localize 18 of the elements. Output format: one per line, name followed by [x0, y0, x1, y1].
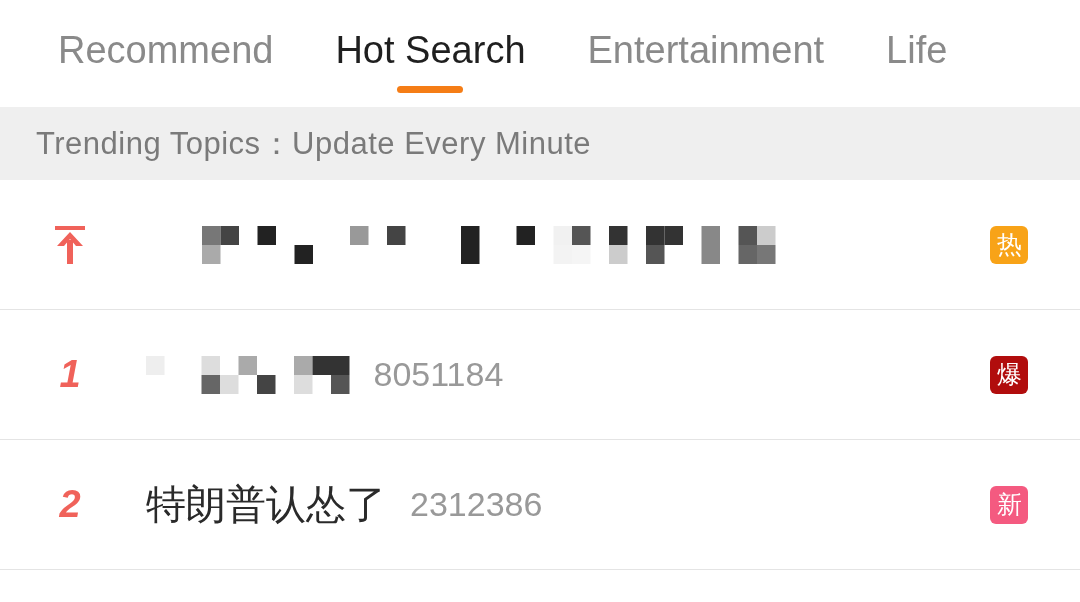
nav-tab[interactable]: Hot Search: [335, 28, 526, 72]
nav-tab[interactable]: Recommend: [58, 28, 274, 72]
search-count: 8051184: [373, 355, 504, 394]
active-tab-indicator: [397, 86, 464, 93]
trending-row[interactable]: 2 特朗普认怂了 2312386 新: [0, 440, 1080, 570]
pin-to-top-icon: [55, 225, 85, 264]
trending-row[interactable]: 1 8051184 爆: [0, 310, 1080, 440]
search-count: 2312386: [410, 485, 543, 524]
rank-number: 2: [59, 483, 81, 526]
nav-tab[interactable]: Life: [886, 28, 948, 72]
topic-title: 特朗普认怂了: [146, 481, 386, 528]
banner-text: Trending Topics：Update Every Minute: [36, 124, 592, 163]
topic-badge: 热: [990, 225, 1028, 264]
nav-tab[interactable]: Entertainment: [587, 28, 825, 72]
rank-number: 1: [59, 353, 81, 396]
topic-badge: 新: [990, 485, 1028, 524]
topic-badge: 爆: [990, 355, 1028, 394]
trending-row[interactable]: 热: [0, 180, 1080, 310]
